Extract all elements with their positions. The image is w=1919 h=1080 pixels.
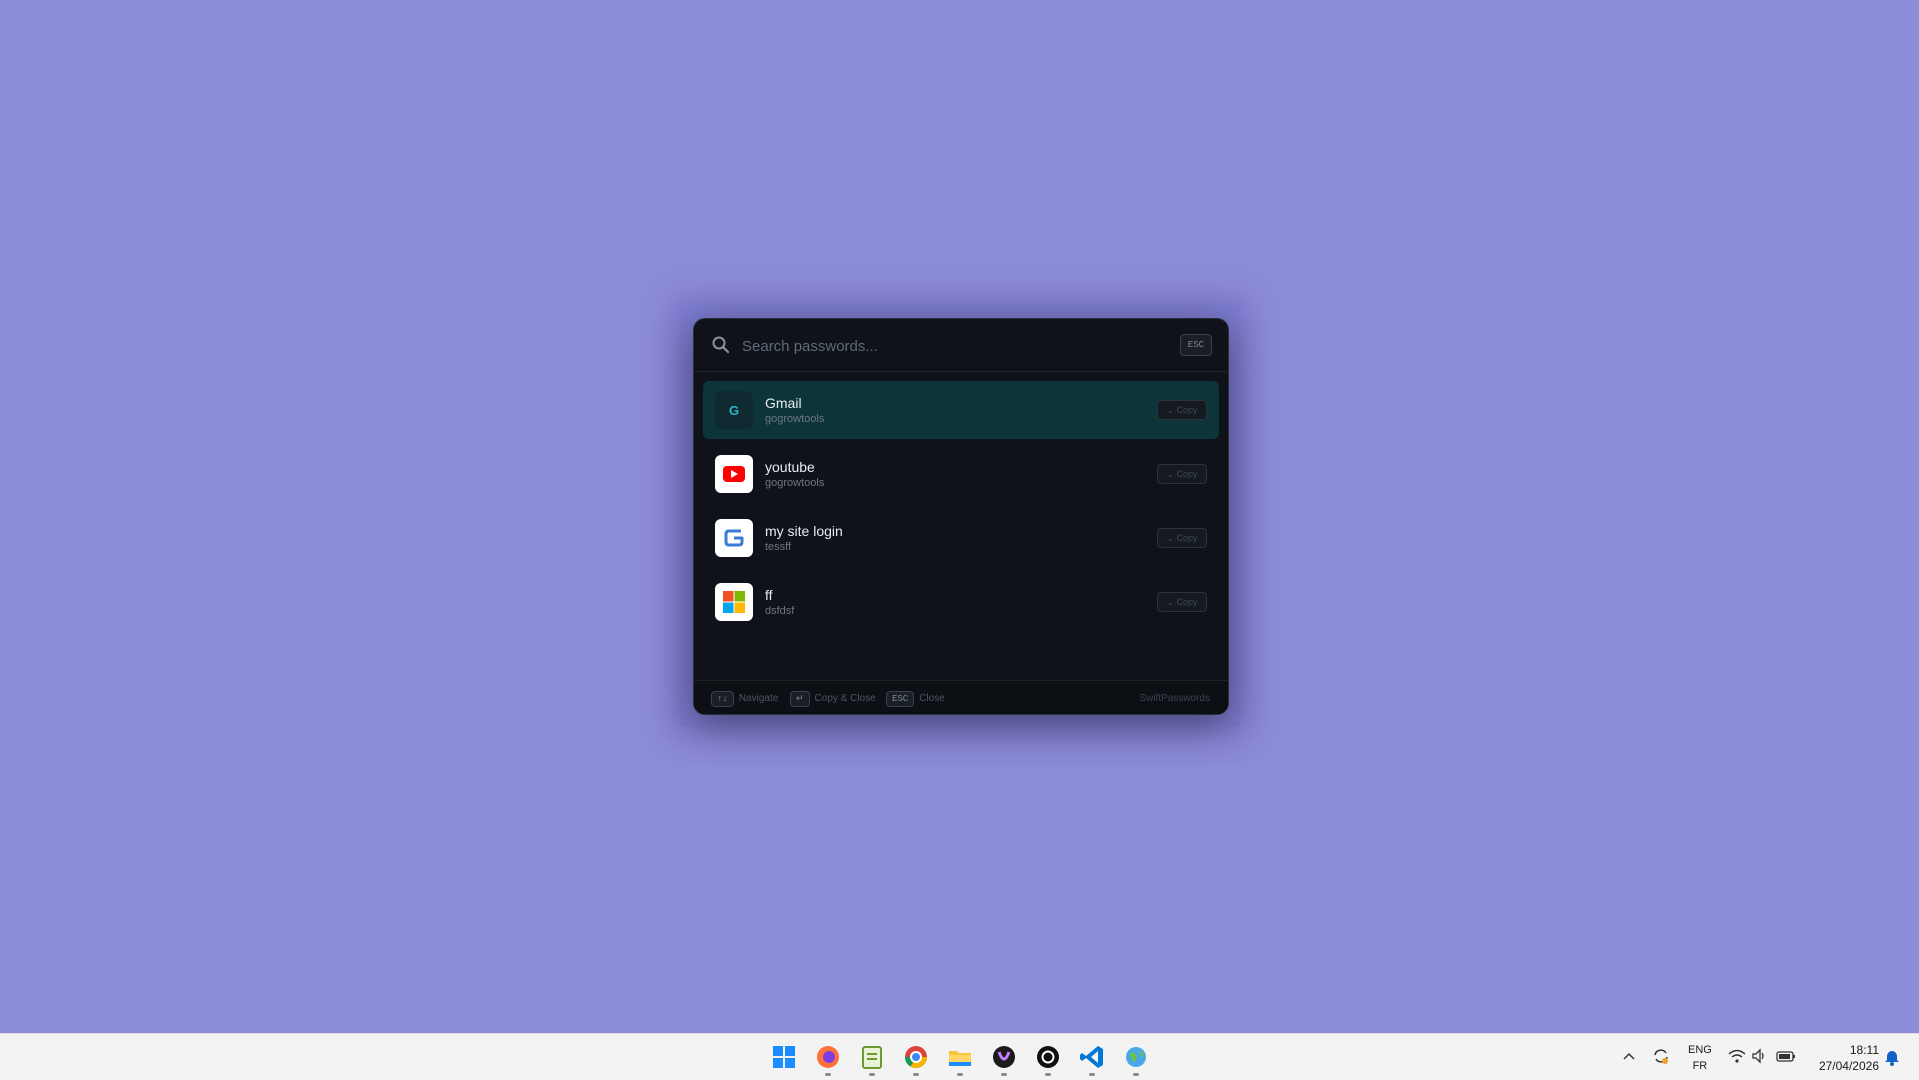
chrome-icon[interactable] [899,1040,933,1076]
clock[interactable]: 18:11 27/04/2026 [1819,1042,1879,1074]
close-key: ESC [886,691,915,707]
start-icon[interactable] [767,1040,801,1074]
svg-text:G: G [729,403,739,418]
chatgpt-icon[interactable] [1031,1040,1065,1076]
search-input[interactable] [740,331,1144,361]
search-bar: ESC [694,319,1228,372]
date: 27/04/2026 [1818,1059,1879,1073]
language-bottom: FR [1692,1060,1708,1072]
notification-bell-icon[interactable] [1884,1048,1900,1066]
volume-icon[interactable] [1751,1048,1767,1064]
search-icon [712,336,730,354]
google-g-icon: G [715,391,753,429]
microsoft-icon [715,583,753,621]
list-item-gmail[interactable]: G Gmail gogrowtools ⌄ Copy [703,381,1219,439]
entry-name: Gmail [765,395,802,411]
copy-button[interactable]: ⌄ Copy [1157,400,1207,420]
vscode-icon[interactable] [1075,1040,1109,1076]
hint-navigate: ↑↓ Navigate [711,691,778,707]
list-item-youtube[interactable]: youtube gogrowtools ⌄ Copy [703,445,1219,503]
copy-button[interactable]: ⌄ Copy [1157,592,1207,612]
language-indicator[interactable]: ENG FR [1688,1042,1712,1074]
language-top: ENG [1688,1044,1712,1056]
file-explorer-icon[interactable] [943,1040,977,1076]
navigate-key: ↑↓ [711,691,734,707]
password-launcher: ESC G Gmail gogrowtools ⌄ Copy youtube g… [693,318,1229,715]
sync-icon[interactable] [1651,1046,1671,1066]
globe-app-icon[interactable] [1119,1040,1153,1076]
entry-username: gogrowtools [765,413,825,425]
entry-username: gogrowtools [765,477,825,489]
entry-name: my site login [765,523,843,539]
entry-name: youtube [765,459,815,475]
hint-close: ESC Close [886,691,945,707]
list-item-ff[interactable]: ff dsfdsf ⌄ Copy [703,573,1219,631]
navigate-label: Navigate [738,693,779,704]
taskbar: ENG FR 18:11 27/04/2026 [0,1033,1919,1080]
app-icon-purple[interactable] [987,1040,1021,1076]
wifi-icon[interactable] [1728,1048,1746,1064]
list-item-my-site-login[interactable]: my site login tessff ⌄ Copy [703,509,1219,567]
copy-key: ↵ [790,691,810,707]
copy-close-label: Copy & Close [814,693,876,704]
youtube-icon [715,455,753,493]
copy-button[interactable]: ⌄ Copy [1157,464,1207,484]
entry-username: tessff [765,541,792,553]
esc-badge[interactable]: ESC [1179,334,1212,356]
time: 18:11 [1849,1043,1879,1057]
battery-icon[interactable] [1776,1048,1796,1064]
hint-copy-close: ↵ Copy & Close [790,691,876,707]
g-logo-icon [715,519,753,557]
close-label: Close [919,693,945,704]
brand-label: SwiftPasswords [1139,693,1210,704]
chevron-up-icon[interactable] [1622,1050,1636,1064]
entry-username: dsfdsf [765,605,795,617]
copy-button[interactable]: ⌄ Copy [1157,528,1207,548]
password-list: G Gmail gogrowtools ⌄ Copy youtube gogro… [703,381,1219,637]
entry-name: ff [765,587,773,603]
firefox-icon[interactable] [811,1040,845,1076]
shortcut-footer: ↑↓ Navigate ↵ Copy & Close ESC Close SwiftP… [694,680,1228,714]
notepad-plus-icon[interactable] [855,1040,889,1076]
